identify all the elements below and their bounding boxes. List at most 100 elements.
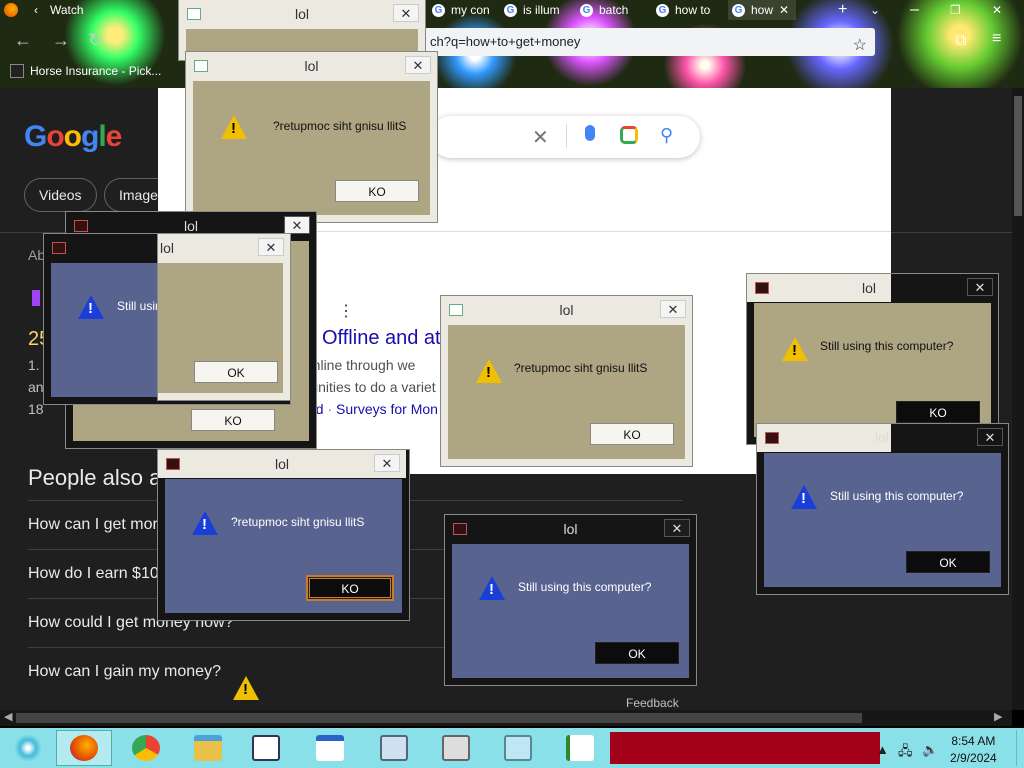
lol-dialog[interactable]: lol ✕ Still using this computer? KO bbox=[747, 274, 998, 444]
menu-icon[interactable]: ≡ bbox=[992, 30, 1001, 48]
window-close-icon[interactable]: ✕ bbox=[988, 0, 1018, 20]
dialog-close-button[interactable]: ✕ bbox=[977, 428, 1003, 446]
warning-icon bbox=[192, 511, 218, 535]
dialog-close-button[interactable]: ✕ bbox=[664, 519, 690, 537]
google-favicon-icon: G bbox=[732, 3, 745, 17]
question-item[interactable]: How can I get mor bbox=[28, 516, 158, 534]
tab-list-chevron-icon[interactable]: ⌄ bbox=[866, 0, 884, 20]
google-logo[interactable]: Google bbox=[24, 120, 122, 154]
system-clock[interactable]: 8:54 AM 2/9/2024 bbox=[950, 733, 997, 767]
ko-button[interactable]: KO bbox=[308, 577, 392, 599]
snippet-num: 18 bbox=[28, 401, 44, 417]
dialog-app-icon bbox=[166, 458, 180, 470]
lens-icon[interactable] bbox=[620, 126, 638, 144]
ko-button[interactable]: KO bbox=[335, 180, 419, 202]
question-item[interactable]: How can I gain my money? bbox=[28, 663, 221, 681]
ok-button[interactable]: OK bbox=[194, 361, 278, 383]
dialog-message: ?retupmoc siht gnisu llitS bbox=[514, 361, 648, 375]
bookmark-favicon-icon bbox=[10, 64, 24, 78]
lol-dialog[interactable]: lol ✕ OK bbox=[158, 234, 290, 400]
taskbar-explorer[interactable] bbox=[180, 730, 236, 766]
sitelink[interactable]: Surveys for Mon bbox=[336, 401, 438, 417]
taskbar-task-manager[interactable] bbox=[552, 730, 608, 766]
dialog-title: lol bbox=[183, 218, 198, 234]
lol-dialog[interactable]: lol ✕ Still using this computer? OK bbox=[445, 515, 696, 685]
dialog-title: lol bbox=[559, 302, 574, 318]
tab-how-to[interactable]: G how to bbox=[652, 0, 724, 20]
dialog-close-button[interactable]: ✕ bbox=[393, 4, 419, 22]
show-desktop-button[interactable] bbox=[1016, 730, 1024, 766]
warning-icon bbox=[221, 115, 247, 139]
address-bar[interactable]: ch?q=how+to+get+money ☆ bbox=[420, 28, 875, 56]
tab-label: batch bbox=[599, 3, 629, 17]
back-chevron-icon[interactable]: ‹ bbox=[34, 3, 38, 17]
scroll-left-icon[interactable]: ◀ bbox=[4, 710, 12, 723]
network-icon[interactable]: 🖧 bbox=[898, 742, 913, 764]
about-text: Ab bbox=[28, 247, 46, 263]
lol-dialog[interactable]: lol ✕ Still using this computer? OK bbox=[757, 424, 1008, 594]
tray-chevron-icon[interactable]: ▲ bbox=[876, 742, 889, 757]
question-item[interactable]: How do I earn $10 bbox=[28, 565, 159, 583]
warning-icon bbox=[78, 295, 104, 319]
search-icon[interactable]: ⚲ bbox=[660, 125, 673, 146]
tab-label: is illum bbox=[523, 3, 560, 17]
taskbar-running-app[interactable] bbox=[610, 732, 880, 764]
tab-batch[interactable]: G batch bbox=[576, 0, 648, 20]
tab-close-icon[interactable]: ✕ bbox=[779, 3, 789, 17]
ok-button[interactable]: OK bbox=[595, 642, 679, 664]
scroll-right-icon[interactable]: ▶ bbox=[994, 710, 1002, 723]
reload-icon[interactable]: ↻ bbox=[88, 30, 103, 51]
lol-dialog[interactable]: lol ✕ ?retupmoc siht gnisu llitS KO bbox=[186, 52, 437, 222]
taskbar-chrome[interactable] bbox=[118, 730, 174, 766]
warning-icon bbox=[782, 337, 808, 361]
search-box[interactable]: ✕ ⚲ bbox=[430, 116, 700, 158]
ko-button[interactable]: KO bbox=[896, 401, 980, 423]
result-title-link[interactable]: Offline and at bbox=[322, 327, 441, 350]
dialog-close-button[interactable]: ✕ bbox=[967, 278, 993, 296]
tab-watch[interactable]: ‹ Watch bbox=[0, 0, 110, 20]
ko-button[interactable]: KO bbox=[191, 409, 275, 431]
dialog-title: lol bbox=[875, 429, 890, 445]
taskbar-firefox[interactable] bbox=[56, 730, 112, 766]
lol-dialog[interactable]: lol ✕ ?retupmoc siht gnisu llitS KO bbox=[441, 296, 692, 466]
back-arrow-icon[interactable]: ← bbox=[14, 30, 32, 51]
voice-search-icon[interactable] bbox=[585, 125, 595, 141]
tab-is-illum[interactable]: G is illum bbox=[500, 0, 572, 20]
clear-search-icon[interactable]: ✕ bbox=[532, 125, 549, 150]
dialog-close-button[interactable]: ✕ bbox=[284, 216, 310, 234]
dialog-close-button[interactable]: ✕ bbox=[405, 56, 431, 74]
taskbar-calculator[interactable] bbox=[428, 730, 484, 766]
vertical-scrollbar[interactable] bbox=[1012, 88, 1024, 710]
more-options-icon[interactable]: ⋮ bbox=[338, 301, 354, 321]
snippet-num: an bbox=[28, 379, 44, 395]
dialog-close-button[interactable]: ✕ bbox=[258, 238, 284, 256]
taskbar-wordpad[interactable] bbox=[302, 730, 358, 766]
ok-button[interactable]: OK bbox=[906, 551, 990, 573]
dialog-close-button[interactable]: ✕ bbox=[374, 454, 400, 472]
star-icon[interactable]: ☆ bbox=[853, 32, 867, 60]
tab-my-con[interactable]: G my con bbox=[428, 0, 496, 20]
people-also-ask-title: People also a bbox=[28, 465, 162, 490]
feedback-link[interactable]: Feedback bbox=[626, 696, 679, 710]
dialog-app-icon bbox=[453, 523, 467, 535]
minimize-icon[interactable]: – bbox=[906, 0, 936, 20]
new-tab-button[interactable]: + bbox=[834, 0, 854, 20]
lol-dialog[interactable]: lol ✕ bbox=[179, 0, 425, 60]
taskbar-app[interactable] bbox=[238, 730, 294, 766]
tab-how-active[interactable]: G how ✕ bbox=[728, 0, 796, 20]
horizontal-scrollbar[interactable]: ◀ ▶ bbox=[0, 710, 1012, 726]
taskbar-notepad[interactable] bbox=[490, 730, 546, 766]
bookmark-item[interactable]: Horse Insurance - Pick... bbox=[10, 64, 161, 78]
lol-dialog[interactable]: lol ✕ ?retupmoc siht gnisu llitS KO bbox=[158, 450, 409, 620]
volume-icon[interactable]: 🔈 bbox=[922, 742, 938, 758]
taskbar-resource-monitor[interactable] bbox=[366, 730, 422, 766]
forward-arrow-icon[interactable]: → bbox=[52, 30, 70, 51]
extensions-icon[interactable]: ⧉ bbox=[955, 32, 966, 50]
maximize-icon[interactable]: ❐ bbox=[946, 0, 976, 20]
dialog-app-icon bbox=[765, 432, 779, 444]
firefox-icon bbox=[70, 735, 98, 761]
chip-videos[interactable]: Videos bbox=[24, 178, 97, 212]
ko-button[interactable]: KO bbox=[590, 423, 674, 445]
dialog-close-button[interactable]: ✕ bbox=[660, 300, 686, 318]
start-button[interactable] bbox=[0, 730, 56, 766]
